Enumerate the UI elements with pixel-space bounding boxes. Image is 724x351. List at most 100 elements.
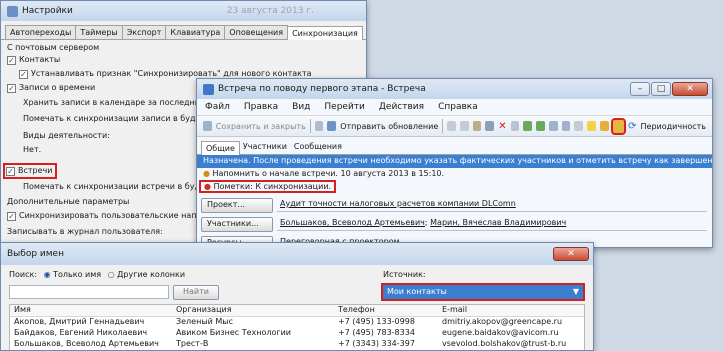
picker-body: Поиск: ◉ Только имя ○ Другие колонки Ист… [1,265,593,350]
search-label: Поиск: [9,270,38,279]
reminder-row: ● Напомнить о начале встречи. 10 августа… [197,168,712,181]
other-columns-radio[interactable]: ○ [108,270,115,279]
project-value[interactable]: Аудит точности налоговых расчетов компан… [280,199,516,208]
save-close-button[interactable]: Сохранить и закрыть [216,122,306,131]
toolbar-separator [309,119,311,133]
time-records-row: ✓ Записи о времени [7,83,95,93]
tab-export[interactable]: Экспорт [121,25,167,39]
meeting-fields: Проект... Аудит точности налоговых расче… [197,195,712,247]
tab-timers[interactable]: Таймеры [75,25,123,39]
meeting-window-controls: – □ ✕ [630,82,708,96]
periodicity-button[interactable]: Периодичность [641,122,706,131]
note-icon[interactable] [587,121,596,131]
meeting-window: Встреча по поводу первого этапа - Встреч… [196,78,713,248]
activity-types-value: Нет. [23,145,42,154]
tab-notifications[interactable]: Оповещения [224,25,289,39]
activity-types-label: Виды деятельности: [23,131,110,140]
settings-titlebar: Настройки 23 августа 2013 г. [1,1,366,21]
table-row[interactable]: Большаков, Всеволод Артемьевич Трест-В +… [10,339,584,350]
tab-keyboard[interactable]: Клавиатура [165,25,226,39]
sync-user-checkbox[interactable]: ✓ [7,212,16,221]
cut-icon[interactable] [447,121,456,131]
print-icon[interactable] [485,121,495,131]
search-input[interactable] [9,285,169,299]
next-icon[interactable] [536,121,545,131]
mark-records-label: Помечать к синхронизации записи в будуще… [23,114,222,123]
source-value: Мои контакты [387,287,447,296]
send-update-button[interactable]: Отправить обновление [340,122,438,131]
table-row[interactable]: Акопов, Дмитрий Геннадьевич Зеленый Мыс … [10,317,584,328]
settings-title: Настройки [22,6,73,16]
menu-actions[interactable]: Действия [379,102,424,112]
col-phone[interactable]: Телефон [338,305,375,314]
paste-icon[interactable] [472,121,482,131]
disk-icon[interactable] [314,121,324,131]
menu-help[interactable]: Справка [438,102,478,112]
tab-sync[interactable]: Синхронизация [287,26,363,40]
participant-2[interactable]: Марин, Вячеслав Владимирович [430,218,566,227]
bell-icon[interactable] [599,121,609,131]
sync-icon[interactable] [610,117,627,135]
write-log-label: Записывать в журнал пользователя: [7,227,163,236]
meetings-checkbox[interactable]: ✓ [6,167,15,176]
tab-participants[interactable]: Участники [239,140,291,154]
extra-params-heading: Дополнительные параметры [7,197,130,206]
menu-view[interactable]: Вид [292,102,310,112]
source-select[interactable]: Мои контакты ▼ [381,283,585,301]
find-icon[interactable] [548,121,558,131]
participant-1[interactable]: Большаков, Всеволод Артемьевич [280,218,425,227]
contacts-row: ✓ Контакты [7,55,60,65]
meeting-titlebar: Встреча по поводу первого этапа - Встреч… [197,79,712,99]
menu-edit[interactable]: Правка [244,102,278,112]
copy-icon[interactable] [459,121,469,131]
keep-records-label: Хранить записи в календаре за последние: [23,98,208,107]
meeting-menubar: Файл Правка Вид Перейти Действия Справка [197,99,712,115]
set-flag-label: Устанавливать признак "Синхронизировать"… [31,69,312,78]
contacts-label: Контакты [19,55,61,64]
col-name[interactable]: Имя [14,305,31,314]
row-organization: Авиком Бизнес Технологии [176,328,292,337]
project-button[interactable]: Проект... [201,198,273,213]
contacts-checkbox[interactable]: ✓ [7,56,16,65]
participants-button[interactable]: Участники... [201,217,273,232]
table-row[interactable]: Байдаков, Евгений Николаевич Авиком Бизн… [10,328,584,339]
picker-close-button[interactable]: ✕ [553,247,589,261]
periodicity-icon: ⟳ [628,120,637,132]
row-name: Байдаков, Евгений Николаевич [14,328,148,337]
participants-field[interactable]: Большаков, Всеволод Артемьевич; Марин, В… [277,217,707,231]
search-mode-row: Поиск: ◉ Только имя ○ Другие колонки [9,270,185,279]
settings-app-icon [7,5,18,17]
attach-icon[interactable] [510,121,520,131]
tab-messages[interactable]: Сообщения [290,140,346,154]
maximize-button[interactable]: □ [651,82,671,96]
col-email[interactable]: E-mail [442,305,467,314]
col-organization[interactable]: Организация [176,305,232,314]
meetings-row: ✓ Встречи [2,163,58,179]
paperclip-icon[interactable] [574,121,584,131]
delete-icon[interactable]: ✕ [498,121,506,132]
project-field[interactable]: Аудит точности налоговых расчетов компан… [277,198,707,212]
note-text: Пометки: К синхронизации. [213,182,332,191]
tab-autotransitions[interactable]: Автопереходы [5,25,77,39]
chevron-down-icon[interactable]: ▼ [573,287,579,296]
row-phone: +7 (495) 783-8334 [338,328,415,337]
spell-icon[interactable] [561,121,571,131]
find-button[interactable]: Найти [173,285,219,300]
tab-general[interactable]: Общие [201,141,240,155]
menu-go[interactable]: Перейти [324,102,365,112]
list-header: Имя Организация Телефон E-mail [10,305,584,317]
meeting-title: Встреча по поводу первого этапа - Встреч… [218,84,426,94]
calendar-icon [203,83,214,95]
other-columns-label: Другие колонки [117,270,186,279]
only-name-radio[interactable]: ◉ [44,270,51,279]
picker-window-controls: ✕ [553,247,589,261]
close-button[interactable]: ✕ [672,82,708,96]
set-flag-checkbox[interactable]: ✓ [19,70,28,79]
row-organization: Зеленый Мыс [176,317,233,326]
menu-file[interactable]: Файл [205,102,230,112]
save-icon [203,121,212,131]
settings-tabs: Автопереходы Таймеры Экспорт Клавиатура … [1,21,366,40]
time-records-checkbox[interactable]: ✓ [7,84,16,93]
minimize-button[interactable]: – [630,82,650,96]
prev-icon[interactable] [523,121,533,131]
